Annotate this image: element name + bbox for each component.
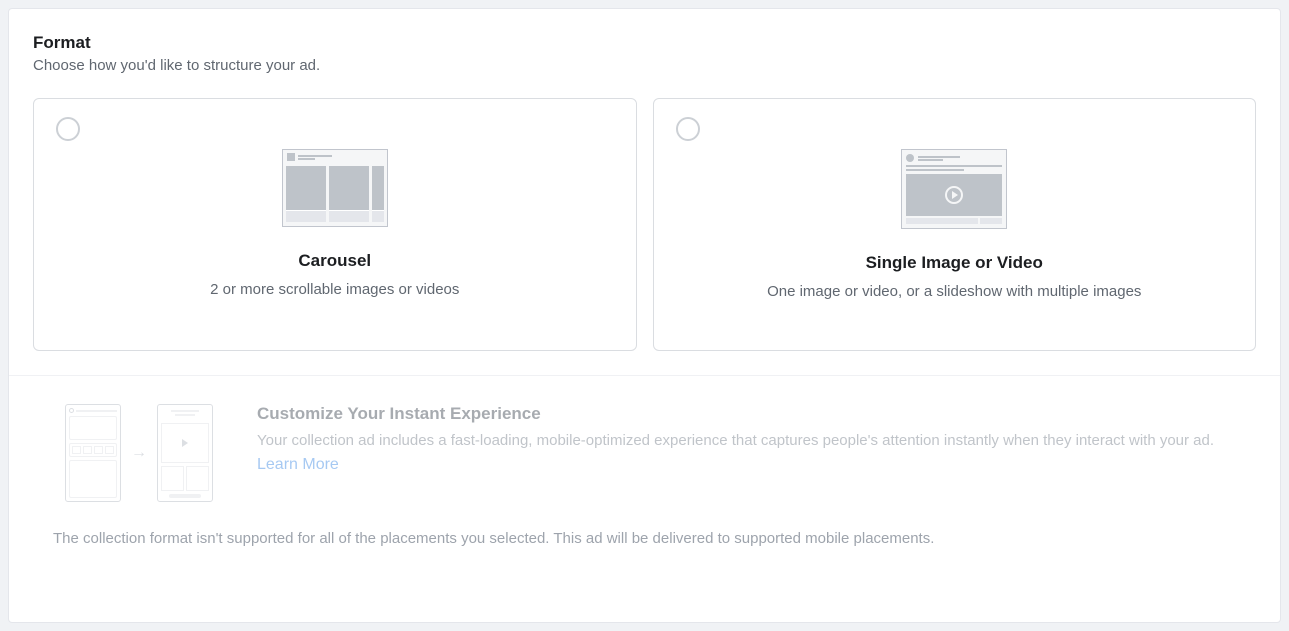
option-single[interactable]: Single Image or Video One image or video… (653, 98, 1257, 351)
phone-mock-a-icon (65, 404, 121, 502)
instant-experience-section: → Customize Your Instant Experience Your… (9, 375, 1280, 502)
option-single-title: Single Image or Video (866, 253, 1043, 273)
play-icon (945, 186, 963, 204)
placement-warning: The collection format isn't supported fo… (33, 502, 1256, 547)
single-preview-icon (901, 149, 1007, 229)
format-options: Carousel 2 or more scrollable images or … (33, 98, 1256, 351)
instant-graphic-icon: → (33, 404, 213, 502)
arrow-right-icon: → (131, 444, 147, 462)
option-single-desc: One image or video, or a slideshow with … (767, 283, 1141, 300)
format-panel: Format Choose how you'd like to structur… (8, 8, 1281, 623)
phone-mock-b-icon (157, 404, 213, 502)
radio-carousel[interactable] (56, 117, 80, 141)
option-single-content: Single Image or Video One image or video… (672, 117, 1238, 300)
section-subtitle: Choose how you'd like to structure your … (33, 57, 1256, 74)
option-carousel-title: Carousel (298, 251, 371, 271)
option-carousel[interactable]: Carousel 2 or more scrollable images or … (33, 98, 637, 351)
learn-more-link[interactable]: Learn More (257, 456, 339, 473)
carousel-preview-icon (282, 149, 388, 227)
option-carousel-content: Carousel 2 or more scrollable images or … (52, 117, 618, 298)
instant-desc: Your collection ad includes a fast-loadi… (257, 430, 1256, 477)
option-carousel-desc: 2 or more scrollable images or videos (210, 281, 459, 298)
radio-single[interactable] (676, 117, 700, 141)
instant-desc-text: Your collection ad includes a fast-loadi… (257, 432, 1214, 449)
section-title: Format (33, 33, 1256, 53)
instant-title: Customize Your Instant Experience (257, 404, 1256, 424)
instant-text: Customize Your Instant Experience Your c… (257, 404, 1256, 502)
